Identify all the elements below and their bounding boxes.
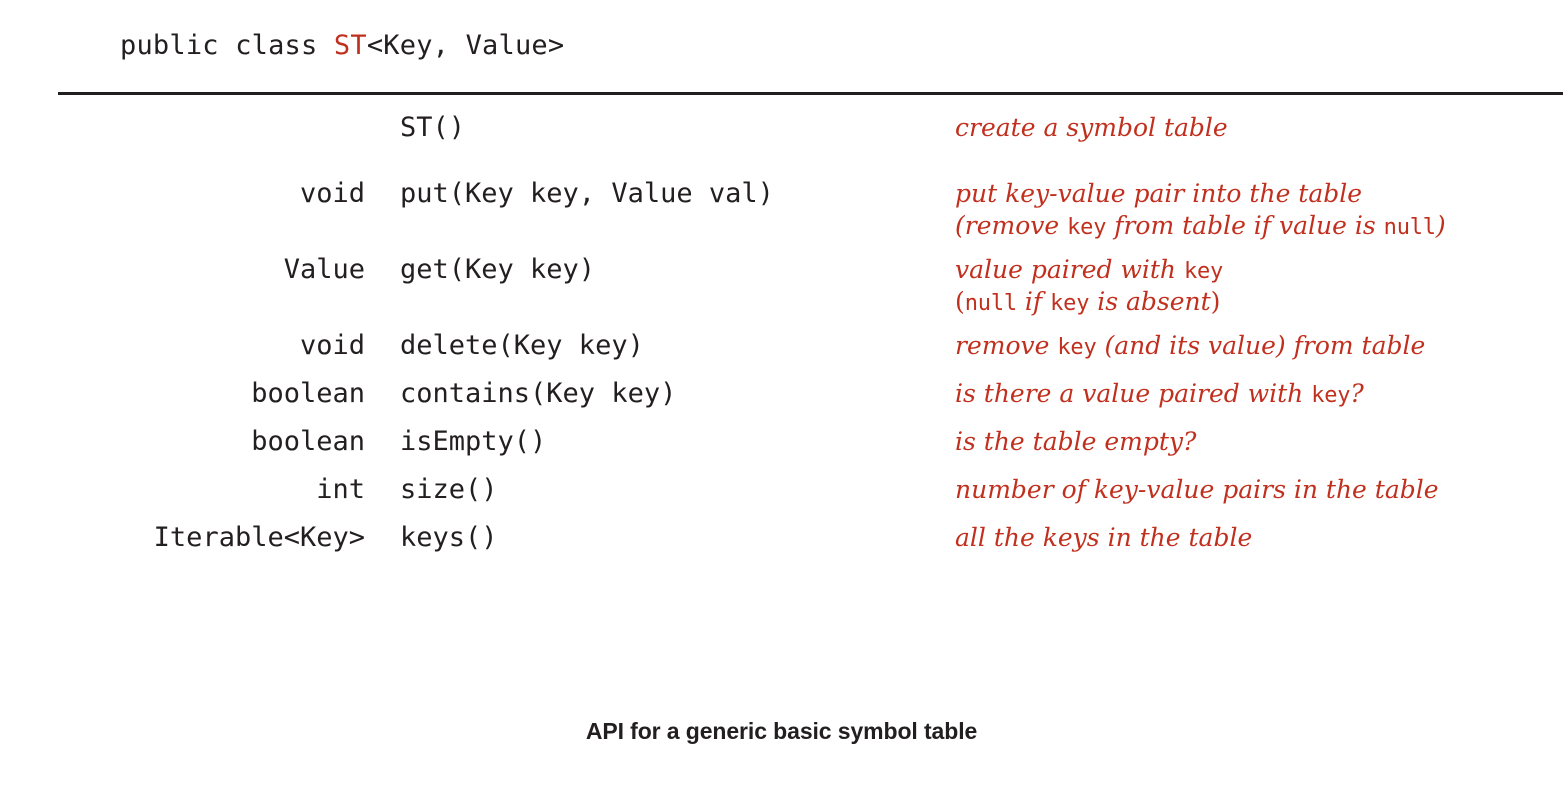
description-text: ) xyxy=(1210,287,1221,317)
description-text: remove xyxy=(955,331,1058,360)
description-text: all the keys in the table xyxy=(955,523,1253,552)
api-method-row: Value get(Key key) value paired with key (n… xyxy=(0,254,1563,330)
api-method-row: void delete(Key key) remove key (and its v… xyxy=(0,330,1563,378)
api-figure: public class ST<Key, Value> ST() create a… xyxy=(0,0,1563,806)
class-generics: <Key, Value> xyxy=(366,30,565,61)
method-return-type: int xyxy=(316,474,365,505)
method-signature: keys() xyxy=(400,522,498,553)
method-description-line: create a symbol table xyxy=(955,112,1563,144)
method-signature: isEmpty() xyxy=(400,426,547,457)
api-method-table: ST() create a symbol table void put(Key key… xyxy=(0,112,1563,570)
method-return-type: void xyxy=(299,178,365,209)
method-return-type: boolean xyxy=(251,378,365,409)
method-return-type: void xyxy=(299,330,365,361)
method-return-type: Iterable<Key> xyxy=(153,522,365,553)
figure-caption: API for a generic basic symbol table xyxy=(585,718,978,744)
header-divider xyxy=(58,92,1563,95)
inline-code: key xyxy=(1183,259,1224,284)
description-text: from table if value is xyxy=(1106,211,1384,240)
method-description: number of key-value pairs in the table xyxy=(955,474,1563,522)
method-description-line: value paired with key xyxy=(955,254,1563,286)
api-method-row: void put(Key key, Value val) put key-value… xyxy=(0,178,1563,254)
method-description-line: (remove key from table if value is null) xyxy=(955,210,1563,242)
api-method-row: ST() create a symbol table xyxy=(0,112,1563,178)
method-description-line: all the keys in the table xyxy=(955,522,1563,554)
method-description: value paired with key (null if key is abs… xyxy=(955,254,1563,330)
method-description-line: number of key-value pairs in the table xyxy=(955,474,1563,506)
description-text: if xyxy=(1016,287,1051,317)
description-text: is the table empty? xyxy=(955,427,1197,456)
inline-code: key xyxy=(1067,215,1107,240)
description-text: is absent xyxy=(1089,287,1211,317)
inline-code: key xyxy=(1311,383,1351,408)
inline-code: null xyxy=(964,291,1017,317)
method-description-line: is there a value paired with key? xyxy=(955,378,1563,410)
method-signature: put(Key key, Value val) xyxy=(400,178,774,209)
description-text: (remove xyxy=(955,211,1068,240)
method-description: remove key (and its value) from table xyxy=(955,330,1563,378)
method-return-type: Value xyxy=(283,254,365,285)
description-text: create a symbol table xyxy=(955,113,1228,142)
api-method-row: int size() number of key-value pairs in th… xyxy=(0,474,1563,522)
api-method-row: Iterable<Key> keys() all the keys in the t… xyxy=(0,522,1563,570)
inline-code: key xyxy=(1050,291,1090,317)
method-description: is the table empty? xyxy=(955,426,1563,474)
description-text: value paired with xyxy=(955,255,1184,284)
method-signature: contains(Key key) xyxy=(400,378,677,409)
description-text: ( xyxy=(955,287,965,317)
method-signature: ST() xyxy=(400,112,466,143)
description-text: ) xyxy=(1435,211,1446,240)
class-modifiers: public class xyxy=(120,30,334,61)
description-text: put key-value pair into the table xyxy=(955,179,1363,208)
method-return-type xyxy=(0,112,365,178)
api-method-table-body: ST() create a symbol table void put(Key key… xyxy=(0,112,1563,570)
inline-code: null xyxy=(1383,215,1436,240)
method-description-line: (null if key is absent) xyxy=(955,286,1563,318)
description-text: number of key-value pairs in the table xyxy=(955,475,1439,504)
api-method-row: boolean contains(Key key) is there a value… xyxy=(0,378,1563,426)
method-signature: size() xyxy=(400,474,498,505)
inline-code: key xyxy=(1057,335,1097,360)
class-declaration: public class ST<Key, Value> xyxy=(120,30,564,61)
method-description-line: is the table empty? xyxy=(955,426,1563,458)
method-return-type: boolean xyxy=(251,426,365,457)
method-description: all the keys in the table xyxy=(955,522,1563,570)
method-signature: delete(Key key) xyxy=(400,330,644,361)
method-description: put key-value pair into the table (remove… xyxy=(955,178,1563,254)
method-description: create a symbol table xyxy=(955,112,1563,178)
method-description-line: remove key (and its value) from table xyxy=(955,330,1563,362)
class-name: ST xyxy=(333,30,367,61)
method-description-line: put key-value pair into the table xyxy=(955,178,1563,210)
api-method-row: boolean isEmpty() is the table empty? xyxy=(0,426,1563,474)
method-signature: get(Key key) xyxy=(400,254,596,285)
description-text: is there a value paired with xyxy=(955,379,1312,408)
description-text: (and its value) from table xyxy=(1096,331,1426,360)
description-text: ? xyxy=(1350,379,1364,408)
method-description: is there a value paired with key? xyxy=(955,378,1563,426)
